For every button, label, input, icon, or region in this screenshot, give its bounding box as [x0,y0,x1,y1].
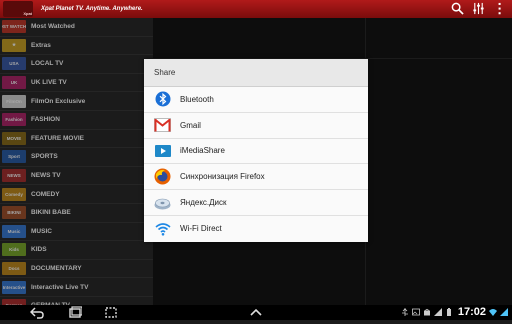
wifi-icon [489,309,497,316]
share-option-bluetooth[interactable]: Bluetooth [144,87,368,113]
dialog-title: Share [154,68,176,77]
chevron-up-icon[interactable] [249,306,263,324]
app-logo: Xpat [3,1,33,17]
usb-icon [401,308,408,316]
status-area: 17:02 [401,306,508,318]
share-option-wifi-direct[interactable]: Wi-Fi Direct [144,216,368,242]
clock: 17:02 [457,306,486,318]
wifi-direct-icon [154,220,171,237]
system-nav-bar: 17:02 [0,305,512,320]
recent-apps-icon[interactable] [104,306,118,324]
menu-icon[interactable] [493,2,506,15]
share-option-gmail[interactable]: Gmail [144,113,368,139]
home-icon[interactable] [68,306,83,324]
share-option-imediashare[interactable]: iMediaShare [144,139,368,165]
image-notification-icon [411,308,420,316]
share-option-label: Синхронизация Firefox [180,172,265,182]
yandex-disk-icon [154,194,171,211]
imediashare-icon [154,142,171,159]
back-icon[interactable] [29,306,44,324]
share-dialog: Share Bluetooth Gmail iMediaShare Синхро… [144,59,368,242]
share-option-label: Wi-Fi Direct [180,224,222,234]
logo-text: Xpat [23,11,32,16]
share-option-label: Gmail [180,120,201,130]
firefox-icon [154,168,171,185]
share-option-label: iMediaShare [180,146,225,156]
share-option-yandex-disk[interactable]: Яндекс.Диск [144,190,368,216]
bag-icon [423,308,430,316]
gmail-icon [154,117,171,134]
signal-icon [433,308,442,316]
settings-sliders-icon[interactable] [472,2,485,15]
dialog-header: Share [144,59,368,87]
battery-icon [446,308,451,316]
app-header: Xpat Xpat Planet TV. Anytime. Anywhere. [0,0,512,18]
share-option-label: Bluetooth [180,94,214,104]
signal-strength-icon [500,308,508,316]
share-option-firefox-sync[interactable]: Синхронизация Firefox [144,164,368,191]
share-option-label: Яндекс.Диск [180,198,227,208]
app-tagline: Xpat Planet TV. Anytime. Anywhere. [41,6,143,12]
search-icon[interactable] [451,2,464,15]
bluetooth-icon [154,91,171,108]
